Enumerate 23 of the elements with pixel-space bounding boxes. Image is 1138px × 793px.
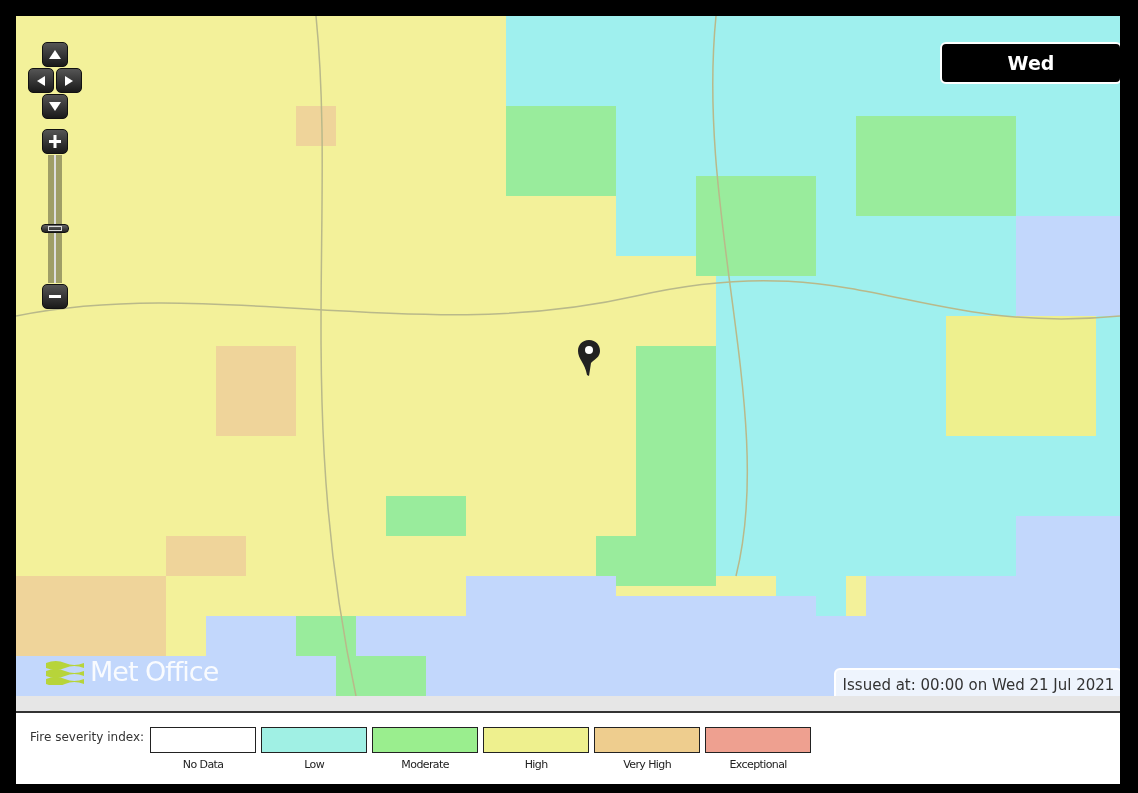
left-arrow-icon [37, 75, 45, 86]
down-arrow-icon [49, 102, 61, 111]
map-pin-icon[interactable] [576, 339, 602, 377]
pan-left-button[interactable] [28, 68, 54, 93]
legend-label: Low [304, 758, 325, 771]
zoom-out-button[interactable] [42, 284, 68, 309]
waves-icon [46, 658, 84, 685]
legend-label: Very High [623, 758, 672, 771]
day-label[interactable]: Wed [940, 42, 1120, 84]
minus-icon [49, 295, 61, 298]
legend-label: High [524, 758, 548, 771]
pan-up-button[interactable] [42, 42, 68, 67]
zoom-in-button[interactable] [42, 129, 68, 154]
legend-title: Fire severity index: [30, 730, 145, 746]
plus-icon [49, 135, 61, 148]
pan-right-button[interactable] [56, 68, 82, 93]
legend-label: Moderate [401, 758, 449, 771]
up-arrow-icon [49, 50, 61, 59]
pan-down-button[interactable] [42, 94, 68, 119]
legend-label: Exceptional [729, 758, 787, 771]
issued-label: Issued at: 00:00 on Wed 21 Jul 2021 [834, 668, 1120, 696]
legend-label: No Data [182, 758, 224, 771]
right-arrow-icon [65, 75, 73, 86]
